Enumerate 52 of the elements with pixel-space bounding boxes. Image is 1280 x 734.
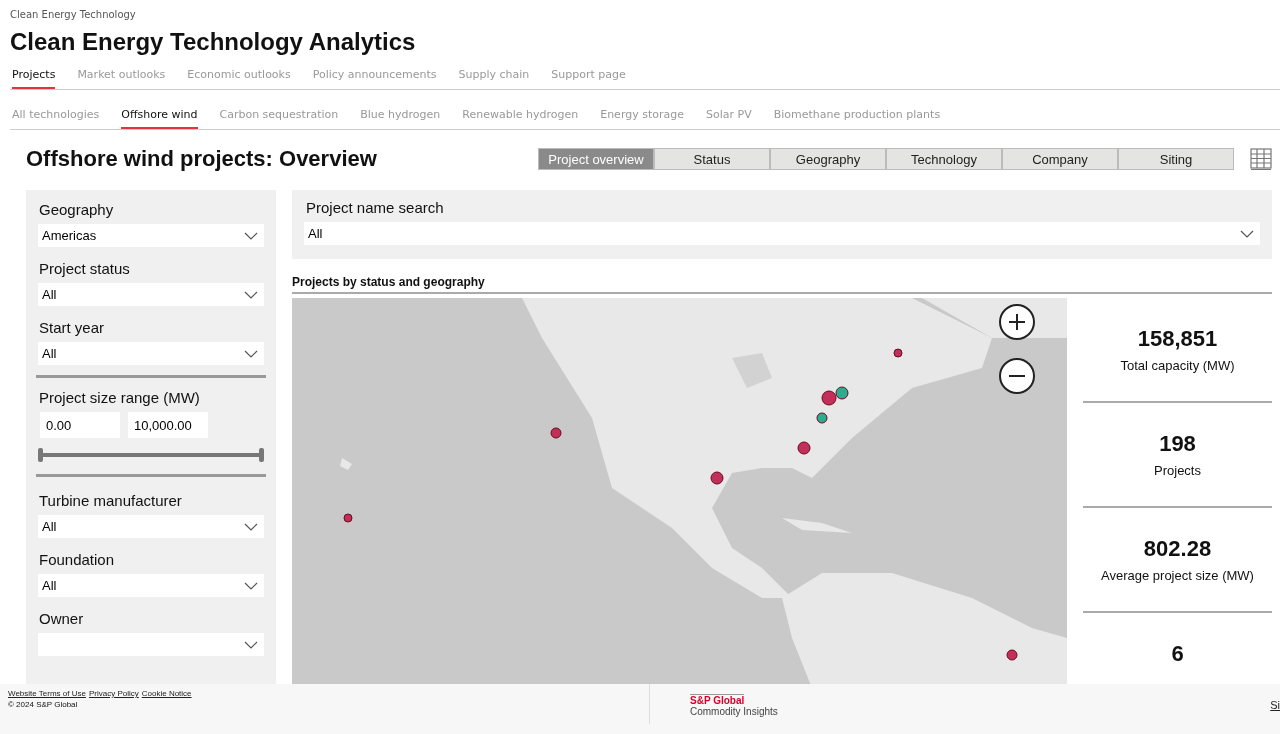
chevron-down-icon xyxy=(244,522,258,531)
category-tab[interactable]: Offshore wind xyxy=(121,104,198,129)
min-input[interactable]: 0.00 xyxy=(40,412,120,438)
page-title: Clean Energy Technology Analytics xyxy=(10,28,416,56)
brand-name: S&P Global xyxy=(690,694,745,706)
copyright: © 2024 S&P Global xyxy=(8,700,79,709)
view-tab[interactable]: Status xyxy=(654,148,770,170)
filter-label: Turbine manufacturer xyxy=(39,492,182,509)
view-tab[interactable]: Siting xyxy=(1118,148,1234,170)
range-slider[interactable] xyxy=(38,448,264,462)
max-input[interactable]: 10,000.00 xyxy=(128,412,208,438)
chevron-down-icon xyxy=(244,231,258,240)
footer-link[interactable]: Cookie Notice xyxy=(141,689,192,698)
dropdown[interactable]: Americas xyxy=(38,224,264,247)
dropdown[interactable]: All xyxy=(38,342,264,365)
breadcrumb: Clean Energy Technology xyxy=(10,8,136,20)
filter-label: Project status xyxy=(39,260,130,277)
stat-label: Total capacity (MW) xyxy=(1120,358,1235,373)
table-icon[interactable] xyxy=(1250,148,1272,170)
search-label: Project name search xyxy=(306,199,444,216)
stat-value: 158,851 xyxy=(1137,326,1218,352)
map-title: Projects by status and geography xyxy=(292,259,1272,294)
dropdown[interactable]: All xyxy=(38,574,264,597)
footer-link[interactable]: Si xyxy=(1270,699,1280,711)
chevron-down-icon xyxy=(244,290,258,299)
plus-icon xyxy=(1007,312,1027,332)
stat-value: 198 xyxy=(1159,431,1196,457)
stat-value: 802.28 xyxy=(1143,536,1212,562)
dropdown[interactable]: All xyxy=(38,283,264,306)
chevron-down-icon xyxy=(1240,229,1254,238)
stat-value: 6 xyxy=(1171,641,1184,667)
search-dropdown[interactable]: All xyxy=(304,222,1260,245)
filter-label: Start year xyxy=(39,319,105,336)
dropdown[interactable]: All xyxy=(38,515,264,538)
view-tab[interactable]: Company xyxy=(1002,148,1118,170)
filter-label: Foundation xyxy=(39,551,115,568)
brand-subtitle: Commodity Insights xyxy=(690,706,779,717)
minus-icon xyxy=(1008,375,1026,377)
filter-label: Owner xyxy=(39,610,84,627)
footer-link[interactable]: Website Terms of Use xyxy=(8,689,86,698)
filter-label: Project size range (MW) xyxy=(39,389,200,406)
stat-label: Average project size (MW) xyxy=(1101,568,1254,583)
stat-label: Projects xyxy=(1154,463,1201,478)
chevron-down-icon xyxy=(244,581,258,590)
filter-label: Geography xyxy=(39,201,114,218)
view-tab[interactable]: Technology xyxy=(886,148,1002,170)
footer-link[interactable]: Privacy Policy xyxy=(88,689,139,698)
nav-tab[interactable]: Projects xyxy=(12,64,56,89)
chevron-down-icon xyxy=(244,640,258,649)
chevron-down-icon xyxy=(244,349,258,358)
section-heading: Offshore wind projects: Overview xyxy=(26,146,378,172)
view-tab[interactable]: Geography xyxy=(770,148,886,170)
